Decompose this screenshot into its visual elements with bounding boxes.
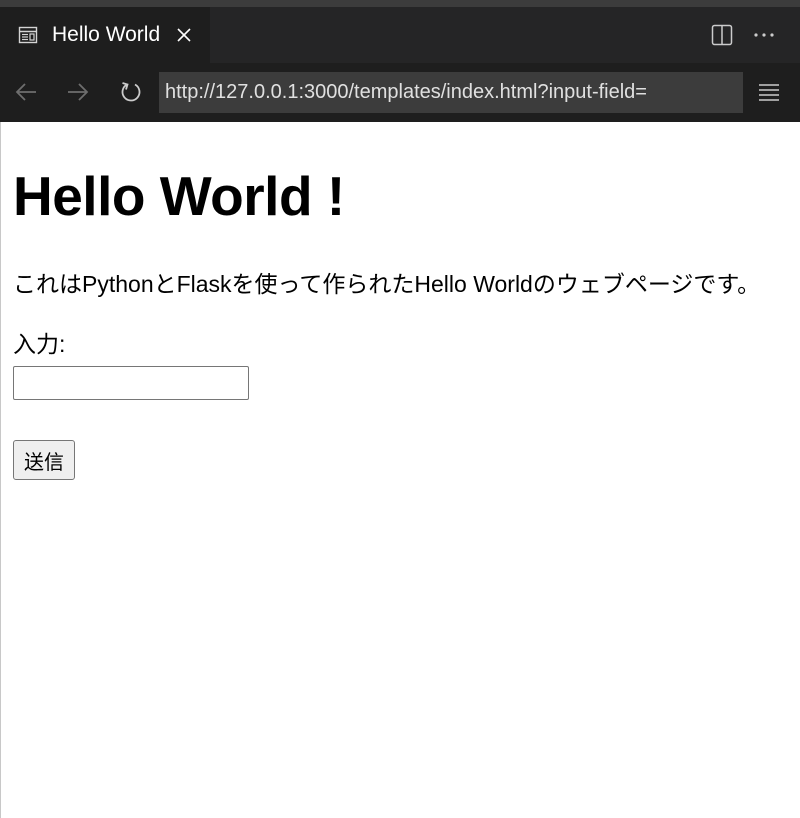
preview-icon [18,25,38,45]
editor-actions [710,23,776,47]
arrow-left-icon[interactable] [14,80,38,104]
navigation-bar [0,63,800,122]
tab-hello-world[interactable]: Hello World [0,7,210,63]
menu-icon[interactable] [757,80,781,104]
reload-icon[interactable] [119,80,143,104]
input-form: 入力: 送信 [13,330,788,480]
close-icon[interactable] [174,25,194,45]
page-viewport: Hello World ! これはPythonとFlaskを使って作られたHel… [0,122,800,818]
arrow-right-icon[interactable] [66,80,90,104]
input-label: 入力: [13,331,66,357]
input-field[interactable] [13,366,249,400]
page-description: これはPythonとFlaskを使って作られたHello Worldのウェブペー… [13,271,761,297]
page-heading: Hello World ! [13,165,345,227]
tab-bar: Hello World [0,7,800,63]
window-top-strip [0,0,800,7]
submit-button[interactable]: 送信 [13,440,75,480]
split-editor-icon[interactable] [710,23,734,47]
url-input[interactable] [159,72,743,113]
tab-title: Hello World [52,23,161,46]
more-actions-icon[interactable] [752,23,776,47]
browser-window: Hello World http://127.0.0.1:3000/templa… [0,0,800,818]
